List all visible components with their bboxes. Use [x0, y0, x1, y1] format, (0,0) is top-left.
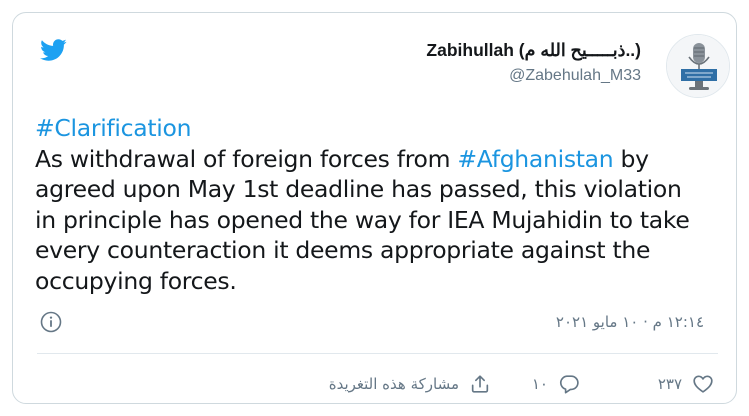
- hashtag-link[interactable]: #Afghanistan: [457, 145, 613, 173]
- microphone-avatar-image: [667, 35, 729, 97]
- tweet-text-line: in principle has opened the way for IEA …: [35, 205, 715, 236]
- tweet-text-line: occupying forces.: [35, 266, 715, 297]
- hashtag-link[interactable]: #Clarification: [35, 114, 191, 142]
- tweet-text-segment: agreed upon May 1st deadline has passed,…: [35, 175, 682, 203]
- avatar[interactable]: [666, 34, 730, 98]
- tweet-text-line: agreed upon May 1st deadline has passed,…: [35, 174, 715, 205]
- tweet-timestamp[interactable]: ١٢:١٤ م · ١٠ مايو ٢٠٢١: [556, 313, 704, 331]
- share-label: مشاركة هذه التغريدة: [328, 375, 459, 393]
- tweet-text-segment: by: [613, 144, 650, 173]
- tweet-text-line: #Clarification: [35, 113, 715, 144]
- tweet-text-segment: in principle has opened the way for IEA …: [35, 205, 690, 234]
- author-display-name[interactable]: Zabihullah (ذبـــــیح الله م..): [426, 40, 641, 61]
- tweet-text-line: As withdrawal of foreign forces from #Af…: [35, 144, 715, 175]
- reply-button[interactable]: ١٠: [532, 369, 580, 399]
- tweet-card[interactable]: Zabihullah (ذبـــــیح الله م..) @Zabehul…: [12, 12, 737, 404]
- divider: [37, 353, 718, 354]
- info-icon[interactable]: [39, 310, 63, 334]
- share-tweet-button[interactable]: مشاركة هذه التغريدة: [329, 369, 491, 399]
- author-block[interactable]: Zabihullah (ذبـــــیح الله م..) @Zabehul…: [426, 40, 641, 85]
- twitter-bird-icon[interactable]: [36, 36, 70, 64]
- tweet-text-segment: every counteraction it deems appropriate…: [35, 236, 651, 264]
- tweet-text-segment: As withdrawal of foreign forces from: [35, 144, 458, 173]
- like-count: ٢٣٧: [657, 375, 682, 393]
- heart-icon[interactable]: [692, 373, 714, 395]
- tweet-text-segment: occupying forces.: [35, 266, 237, 295]
- tweet-text: #Clarification As withdrawal of foreign f…: [35, 113, 715, 296]
- reply-bubble-icon[interactable]: [558, 373, 580, 395]
- reply-count: ١٠: [531, 375, 548, 393]
- tweet-text-line: every counteraction it deems appropriate…: [35, 235, 715, 266]
- author-handle[interactable]: @Zabehulah_M33: [426, 67, 641, 85]
- share-upload-icon[interactable]: [469, 373, 491, 395]
- like-button[interactable]: ٢٣٧: [658, 369, 714, 399]
